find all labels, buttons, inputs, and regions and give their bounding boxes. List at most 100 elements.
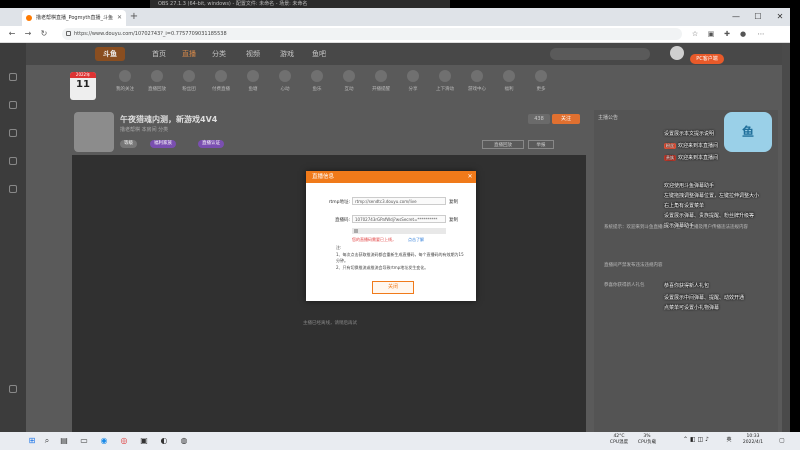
report-button[interactable]: 举报 [528, 140, 554, 149]
douyu-favicon-icon [26, 15, 32, 21]
sidebar-item-live[interactable] [3, 155, 23, 177]
rtmp-field[interactable]: rtmp://sendtc3.douyu.com/live [352, 197, 446, 205]
nav-game[interactable]: 游戏 [280, 48, 294, 60]
back-icon[interactable]: ← [6, 28, 18, 40]
category-icon [343, 70, 355, 82]
category-item[interactable]: 互动 [334, 66, 364, 106]
windows-start-icon[interactable]: ⊞ [26, 435, 38, 447]
category-item[interactable]: 福利 [494, 66, 524, 106]
taskbar-app-icon[interactable]: ▣ [138, 435, 150, 447]
nav-fishbar[interactable]: 鱼吧 [312, 48, 326, 60]
left-sidebar [0, 43, 26, 432]
category-item[interactable]: 付费直播 [206, 66, 236, 106]
overlay-chat-line: 点菜单可设置小礼物弹幕 [664, 305, 720, 311]
steam-icon[interactable]: ◐ [158, 435, 170, 447]
sidebar-item-video[interactable] [3, 127, 23, 149]
mascot-logo: 鱼 [724, 112, 772, 152]
sidebar-item-follow[interactable] [3, 71, 23, 93]
tray-icons[interactable]: ⌃ ◧ ◫ ♪ [666, 434, 726, 446]
category-item[interactable]: 分享 [398, 66, 428, 106]
page-scrollbar[interactable] [782, 43, 790, 432]
more-menu-icon[interactable]: ⋯ [756, 29, 766, 39]
category-icon [215, 70, 227, 82]
copy-code-button[interactable]: 复制 [449, 217, 458, 223]
category-icon [183, 70, 195, 82]
nav-live[interactable]: 直播 [182, 48, 196, 60]
category-item[interactable]: 心动 [270, 66, 300, 106]
dialog-close-button[interactable]: 关闭 [372, 281, 414, 294]
sidebar-item-settings[interactable] [3, 383, 23, 405]
close-window-button[interactable]: ✕ [770, 10, 790, 24]
search-icon[interactable]: ⌕ [40, 434, 54, 448]
gamepad-icon [9, 185, 17, 193]
overlay-chat-line: 粉丝 欢迎来到本直播间 [664, 142, 719, 149]
room-tag[interactable]: 等级 [120, 140, 137, 148]
stream-code-field[interactable]: 10702743rGPafWdj?wsSecret=********** [352, 215, 446, 223]
category-item[interactable]: 粉丝团 [174, 66, 204, 106]
tab-close-icon[interactable]: ✕ [117, 10, 122, 26]
refresh-icon[interactable]: ↻ [38, 28, 50, 40]
edge-browser-icon[interactable]: ◉ [98, 435, 110, 447]
learn-more-link[interactable]: 点击了解 [408, 237, 424, 243]
category-item[interactable]: 游戏中心 [462, 66, 492, 106]
collections-icon[interactable]: ▣ [706, 29, 716, 39]
sidebar-item-history[interactable] [3, 99, 23, 121]
maximize-button[interactable]: ☐ [748, 10, 768, 24]
file-explorer-icon[interactable]: ▭ [78, 435, 90, 447]
category-icon [279, 70, 291, 82]
minimize-button[interactable]: — [726, 10, 746, 24]
category-item[interactable]: 鱼塘 [238, 66, 268, 106]
url-field[interactable]: https://www.douyu.com/10702743?_i=0.7757… [62, 28, 682, 40]
notification-icon[interactable]: ▢ [776, 435, 788, 447]
dialog-close-icon[interactable]: ✕ [465, 171, 475, 183]
browser-tab[interactable]: 撸老帮棋直播_Pogmyth直播_斗鱼 ✕ [22, 10, 126, 26]
taskbar-app-icon[interactable]: ▤ [58, 435, 70, 447]
room-tag[interactable]: 福利家族 [150, 140, 176, 148]
obs-icon[interactable]: ◍ [178, 435, 190, 447]
nav-home[interactable]: 首页 [152, 48, 166, 60]
new-tab-button[interactable]: + [128, 11, 140, 23]
sidebar-item-game[interactable] [3, 183, 23, 205]
follow-button[interactable]: 关注 [552, 114, 580, 124]
clock-icon [9, 101, 17, 109]
replay-button[interactable]: 直播回放 [482, 140, 524, 149]
clock[interactable]: 10:33 2022/4/1 [736, 434, 770, 446]
category-strip: 我的关注 直播回放 粉丝团 付费直播 鱼塘 心动 鱼乐 互动 开播提醒 分享 上… [70, 66, 590, 108]
netease-music-icon[interactable]: ◎ [118, 435, 130, 447]
category-item[interactable]: 直播回放 [142, 66, 172, 106]
weather-widget[interactable]: 42°C CPU温度 [604, 434, 634, 446]
category-item[interactable]: 鱼乐 [302, 66, 332, 106]
nav-category[interactable]: 分类 [212, 48, 226, 60]
category-icon [119, 70, 131, 82]
streamer-avatar[interactable] [74, 112, 114, 152]
copy-rtmp-button[interactable]: 复制 [449, 199, 458, 205]
overlay-chat-line: 设置展示中间弹幕、提醒、动效开通 [664, 295, 745, 301]
category-item[interactable]: 我的关注 [110, 66, 140, 106]
code-refresh-bar[interactable] [352, 228, 446, 234]
category-item[interactable]: 更多 [526, 66, 556, 106]
url-text: https://www.douyu.com/10702743?_i=0.7757… [74, 31, 227, 37]
category-item[interactable]: 开播提醒 [366, 66, 396, 106]
site-search-input[interactable] [550, 48, 650, 60]
extensions-icon[interactable]: ✚ [722, 29, 732, 39]
room-tag[interactable]: 直播认证 [198, 140, 224, 148]
player-offline-hint: 主播已经离线，请稍后再试 [303, 321, 357, 326]
note-line: 1、每次点击获取推流码都会重新生成直播码，每个直播码的有效期为15分钟。 [336, 252, 464, 263]
category-icon [439, 70, 451, 82]
forward-icon[interactable]: → [22, 28, 34, 40]
category-icon [247, 70, 259, 82]
user-avatar[interactable] [670, 46, 684, 60]
overlay-chat-line: 设置展示本文提示说明 [664, 131, 715, 137]
room-title: 午夜猎魂内测，新游戏4V4 [120, 115, 218, 124]
nav-video[interactable]: 视频 [246, 48, 260, 60]
tab-title: 撸老帮棋直播_Pogmyth直播_斗鱼 [36, 15, 114, 21]
category-item[interactable]: 上下滑动 [430, 66, 460, 106]
ime-indicator[interactable]: 英 [724, 434, 734, 446]
pc-client-button[interactable]: PC客户端 [690, 54, 724, 64]
profile-icon[interactable]: ● [738, 29, 748, 39]
room-subtitle: 撸老帮棋 本房间 分类 [120, 127, 169, 133]
category-icon [151, 70, 163, 82]
cpu-widget[interactable]: 3% CPU负载 [632, 434, 662, 446]
favorites-icon[interactable]: ☆ [690, 29, 700, 39]
douyu-logo[interactable]: 斗鱼 [95, 47, 125, 61]
